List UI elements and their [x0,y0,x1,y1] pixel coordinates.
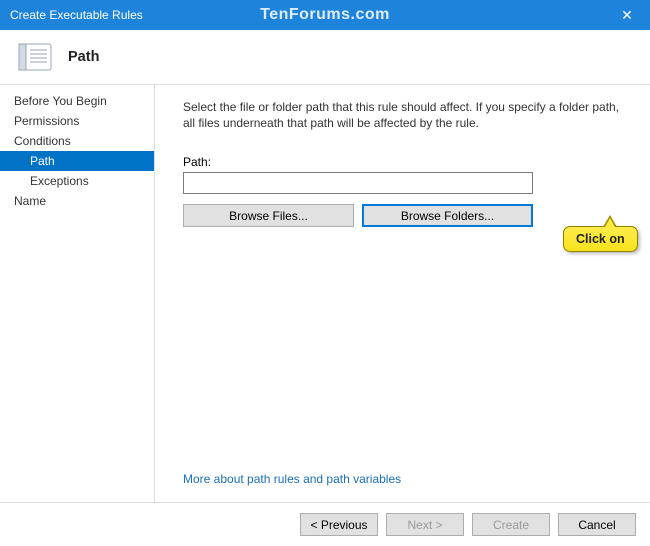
wizard-header: Path [0,30,650,85]
previous-button[interactable]: < Previous [300,513,378,536]
content-pane: Select the file or folder path that this… [155,85,650,502]
titlebar: Create Executable Rules TenForums.com ✕ [0,0,650,30]
callout-label: Click on [563,226,638,252]
next-button: Next > [386,513,464,536]
page-title: Path [68,49,99,65]
wizard-footer: < Previous Next > Create Cancel [0,502,650,546]
cancel-button[interactable]: Cancel [558,513,636,536]
browse-row: Browse Files... Browse Folders... [183,204,622,227]
close-button[interactable]: ✕ [604,0,650,30]
nav-conditions[interactable]: Conditions [0,131,154,151]
window-title: Create Executable Rules [10,8,143,22]
wizard-body: Before You Begin Permissions Conditions … [0,85,650,502]
nav-name[interactable]: Name [0,191,154,211]
nav-before-you-begin[interactable]: Before You Begin [0,91,154,111]
nav-path[interactable]: Path [0,151,154,171]
nav-permissions[interactable]: Permissions [0,111,154,131]
browse-files-button[interactable]: Browse Files... [183,204,354,227]
nav-exceptions[interactable]: Exceptions [0,171,154,191]
document-icon [18,41,52,73]
path-input[interactable] [183,172,533,194]
nav-sidebar: Before You Begin Permissions Conditions … [0,85,155,502]
more-about-link[interactable]: More about path rules and path variables [183,472,622,486]
close-icon: ✕ [621,7,633,24]
browse-folders-button[interactable]: Browse Folders... [362,204,533,227]
path-label: Path: [183,155,622,169]
watermark-text: TenForums.com [260,6,390,24]
description-text: Select the file or folder path that this… [183,99,622,131]
create-button: Create [472,513,550,536]
